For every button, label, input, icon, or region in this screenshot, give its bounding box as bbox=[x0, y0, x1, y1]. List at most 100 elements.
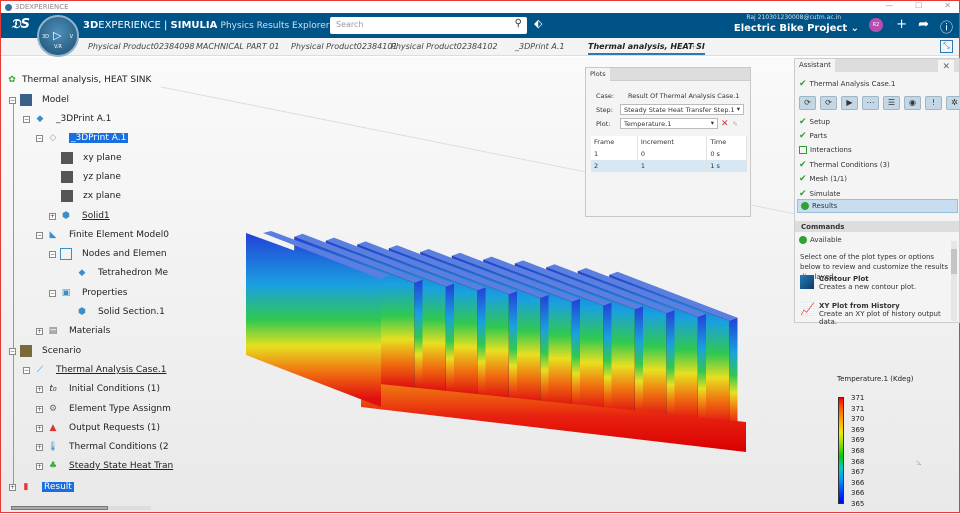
tree-element-type[interactable]: + ⚙ Element Type Assignm bbox=[36, 403, 171, 415]
tree-xy-plane[interactable]: xy plane bbox=[61, 152, 121, 164]
tab-physical-product-2[interactable]: Physical Product02384101 bbox=[291, 42, 398, 51]
check-model-icon[interactable]: ⟳ bbox=[820, 96, 837, 110]
edit-icon[interactable]: ✎ bbox=[733, 120, 738, 128]
tree-label: Thermal Analysis Case.1 bbox=[56, 365, 167, 375]
tree-3dprint-product[interactable]: − ◆ _3DPrint A.1 bbox=[23, 113, 111, 125]
step-label: Results bbox=[812, 202, 838, 210]
collapse-icon[interactable]: ⤡ bbox=[940, 40, 953, 53]
tab-physical-product-1[interactable]: Physical Product02384098 bbox=[88, 42, 195, 51]
tab-mechanical-part[interactable]: MACHNICAL PART 01 bbox=[196, 42, 279, 51]
tree-initial-conditions[interactable]: + t₀ Initial Conditions (1) bbox=[36, 383, 160, 395]
close-window-button[interactable]: ✕ bbox=[944, 1, 951, 10]
step-simulate[interactable]: ✔ Simulate bbox=[799, 189, 840, 199]
commands-scrollbar[interactable] bbox=[951, 241, 957, 321]
tree-solid[interactable]: + ⬢ Solid1 bbox=[49, 210, 110, 222]
xy-plot-command[interactable]: 📈 XY Plot from History Create an XY plot o… bbox=[800, 302, 959, 326]
share-icon[interactable]: ➦ bbox=[918, 17, 929, 32]
step-results[interactable]: Results bbox=[797, 199, 958, 213]
update-icon[interactable]: ⟳ bbox=[799, 96, 816, 110]
tab-3dprint[interactable]: _3DPrint A.1 bbox=[515, 42, 565, 51]
search-input[interactable]: Search ⚲ bbox=[330, 17, 527, 34]
search-icon[interactable]: ⚲ bbox=[515, 18, 522, 29]
plot-select[interactable]: Temperature.1 bbox=[620, 118, 718, 129]
collapse-icon[interactable]: − bbox=[9, 347, 16, 355]
axis-triad-icon[interactable]: ⦣ bbox=[916, 457, 922, 468]
eye-icon[interactable]: ◉ bbox=[904, 96, 921, 110]
expand-icon[interactable]: + bbox=[36, 327, 43, 335]
tree-nodes-elements[interactable]: − Nodes and Elemen bbox=[49, 248, 167, 260]
tree-materials[interactable]: + ▤ Materials bbox=[36, 325, 110, 337]
status-dot-icon bbox=[801, 202, 809, 210]
collapse-icon[interactable]: − bbox=[23, 115, 30, 123]
tree-tetrahedron[interactable]: ◆ Tetrahedron Me bbox=[76, 267, 169, 279]
tree-steady-state-step[interactable]: + ♣ Steady State Heat Tran bbox=[36, 460, 173, 472]
expand-icon[interactable]: + bbox=[9, 483, 16, 491]
tree-solid-section[interactable]: ⬢ Solid Section.1 bbox=[76, 306, 165, 318]
expand-icon[interactable]: + bbox=[36, 443, 43, 451]
expand-icon[interactable]: + bbox=[36, 462, 43, 470]
collapse-icon[interactable]: − bbox=[36, 231, 43, 239]
warning-icon[interactable]: ! bbox=[925, 96, 942, 110]
heat-sink-fin-edge bbox=[603, 302, 612, 418]
close-icon[interactable]: ✕ bbox=[938, 60, 954, 73]
collapse-icon[interactable]: − bbox=[36, 134, 43, 142]
tree-analysis-case[interactable]: − ⟋ Thermal Analysis Case.1 bbox=[23, 364, 166, 376]
add-tab-button[interactable]: + bbox=[690, 42, 697, 51]
step-setup[interactable]: ✔ Setup bbox=[799, 117, 830, 127]
compass-widget[interactable]: 3D V ▷ V.R bbox=[37, 15, 79, 57]
mesh-view-icon[interactable]: ⋯ bbox=[862, 96, 879, 110]
tree-label: Solid Section.1 bbox=[98, 307, 165, 317]
tree-scrollbar[interactable] bbox=[11, 506, 151, 510]
tree-properties[interactable]: − ▣ Properties bbox=[49, 287, 127, 299]
table-row[interactable]: 100 s bbox=[591, 148, 747, 160]
tab-physical-product-3[interactable]: Physical Product02384102 bbox=[391, 42, 498, 51]
tag-icon[interactable]: ⬖ bbox=[534, 17, 542, 30]
tree-yz-plane[interactable]: yz plane bbox=[61, 171, 121, 183]
tree-label: xy plane bbox=[83, 153, 122, 163]
avatar[interactable]: R2 bbox=[869, 18, 883, 32]
expand-icon[interactable]: + bbox=[36, 424, 43, 432]
legend-tick: 368 bbox=[851, 447, 865, 455]
collapse-icon[interactable]: − bbox=[49, 289, 56, 297]
tree-root[interactable]: ✿ Thermal analysis, HEAT SINK bbox=[6, 74, 151, 86]
expand-icon[interactable]: + bbox=[49, 212, 56, 220]
minimize-button[interactable]: — bbox=[885, 1, 893, 10]
element-type-icon: ⚙ bbox=[48, 404, 58, 414]
window-titlebar: 3DEXPERIENCE — ☐ ✕ bbox=[1, 1, 959, 13]
tree-3dprint-part[interactable]: − ◇ _3DPrint A.1 bbox=[36, 132, 129, 144]
add-icon[interactable]: + bbox=[896, 17, 907, 32]
plot-options-icon[interactable]: ✕ bbox=[721, 119, 729, 129]
plots-tab[interactable]: Plots bbox=[586, 68, 610, 81]
tree-result[interactable]: + ▮ Result bbox=[9, 481, 74, 493]
tree-scenario[interactable]: − Scenario bbox=[9, 345, 81, 357]
step-parts[interactable]: ✔ Parts bbox=[799, 131, 827, 141]
collapse-icon[interactable]: − bbox=[9, 96, 16, 104]
simulate-icon[interactable]: ▶ bbox=[841, 96, 858, 110]
maximize-button[interactable]: ☐ bbox=[915, 1, 922, 10]
play-icon[interactable]: ▷ bbox=[53, 29, 61, 42]
help-icon[interactable]: ⓘ bbox=[940, 17, 953, 36]
table-icon[interactable]: ☰ bbox=[883, 96, 900, 110]
tree-output-requests[interactable]: + ▲ Output Requests (1) bbox=[36, 422, 160, 434]
step-select[interactable]: Steady State Heat Transfer Step.1 bbox=[620, 104, 744, 115]
tree-thermal-conditions[interactable]: + 🌡 Thermal Conditions (2 bbox=[36, 441, 169, 453]
table-row[interactable]: 211 s bbox=[591, 160, 747, 172]
expand-icon[interactable]: + bbox=[36, 385, 43, 393]
project-selector[interactable]: Electric Bike Project ⌄ bbox=[734, 23, 859, 34]
step-thermal[interactable]: ✔ Thermal Conditions (3) bbox=[799, 160, 890, 170]
heat-sink-fin-edge bbox=[572, 298, 580, 414]
collapse-icon[interactable]: − bbox=[49, 250, 56, 258]
collapse-icon[interactable]: − bbox=[23, 366, 30, 374]
tree-model[interactable]: − Model bbox=[9, 94, 69, 106]
contour-plot-command[interactable]: Contour Plot Creates a new contour plot. bbox=[800, 275, 916, 291]
step-mesh[interactable]: ✔ Mesh (1/1) bbox=[799, 174, 847, 184]
3d-viewport[interactable]: ✿ Thermal analysis, HEAT SINK − Model − ◆ _3… bbox=[1, 57, 960, 512]
tree-zx-plane[interactable]: zx plane bbox=[61, 190, 121, 202]
assistant-tab[interactable]: Assistant bbox=[795, 59, 835, 72]
expand-icon[interactable]: + bbox=[36, 405, 43, 413]
cycle-icon[interactable]: ✲ bbox=[946, 96, 960, 110]
tab-thermal-analysis[interactable]: Thermal analysis, HEAT SI bbox=[588, 42, 705, 55]
tree-fem[interactable]: − ◣ Finite Element Model0 bbox=[36, 229, 169, 241]
legend-tick: 366 bbox=[851, 489, 865, 498]
step-interactions[interactable]: Interactions bbox=[799, 146, 852, 154]
